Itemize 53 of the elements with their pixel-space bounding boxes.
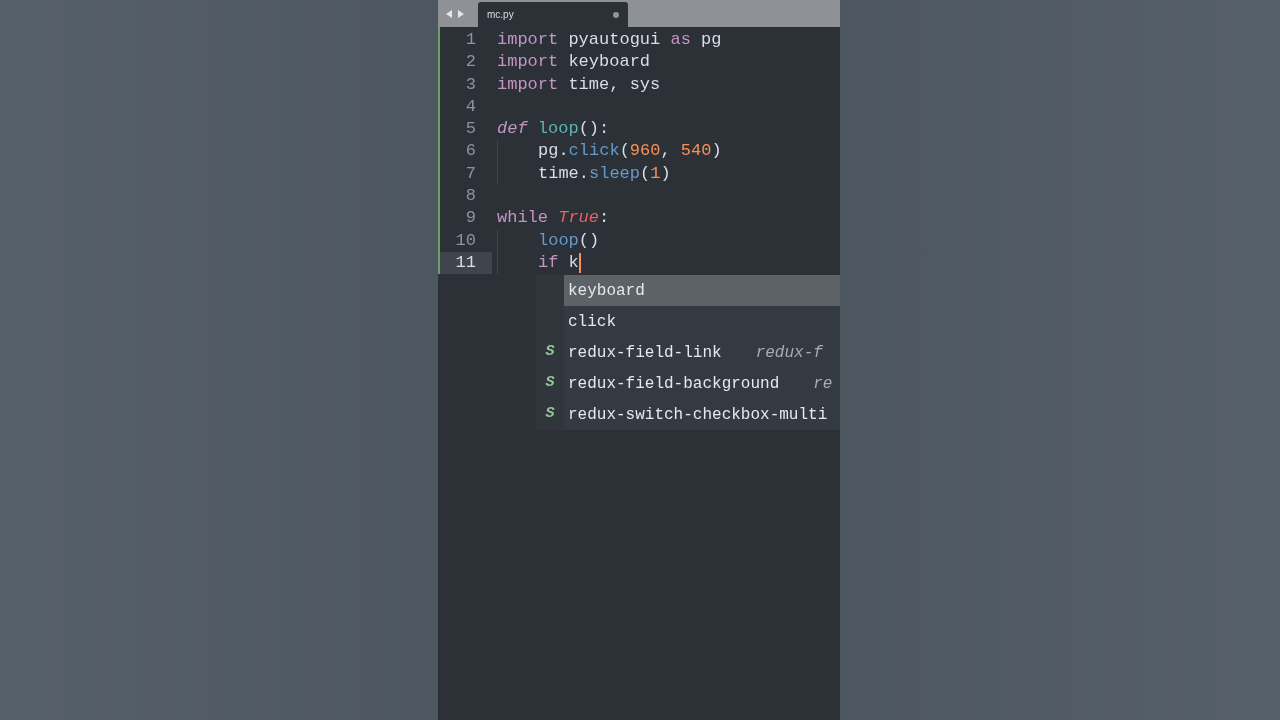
code-token: as	[670, 29, 691, 51]
code-token: (	[619, 140, 630, 163]
code-token: ,	[660, 140, 672, 163]
code-token: ()	[578, 229, 600, 252]
line-number: 11	[440, 251, 492, 275]
code-token: :	[599, 207, 610, 230]
code-token: while	[497, 207, 548, 230]
code-token: click	[568, 140, 620, 163]
code-token: ():	[578, 118, 610, 141]
code-token: if	[538, 251, 559, 274]
code-token: True	[557, 207, 600, 230]
line-number: 10	[454, 229, 477, 252]
code-token: loop	[538, 229, 579, 252]
right-arrow-icon[interactable]	[458, 9, 464, 18]
code-token: import	[497, 73, 559, 96]
code-token: 960	[629, 140, 661, 163]
line-number: 6	[464, 140, 477, 163]
completion-item[interactable]: S redux-field-background re	[536, 368, 840, 399]
line-number: 8	[464, 185, 477, 208]
completion-item[interactable]: S redux-switch-checkbox-multi	[536, 399, 840, 430]
code-token: )	[660, 162, 671, 185]
snippet-icon: S	[545, 372, 555, 395]
line-number: 9	[464, 207, 477, 230]
code-token: time, sys	[567, 73, 661, 96]
code-token: k	[567, 251, 579, 274]
code-token: import	[497, 51, 559, 74]
line-number: 7	[464, 162, 477, 185]
code-token: 540	[680, 140, 712, 163]
completion-item[interactable]: S redux-field-link redux-f	[536, 337, 840, 368]
left-arrow-icon[interactable]	[446, 9, 452, 18]
code-token: def	[497, 118, 528, 141]
code-token: )	[711, 140, 722, 163]
code-token: time.	[538, 162, 589, 185]
code-token: keyboard	[567, 51, 651, 74]
file-tab[interactable]: mc.py	[478, 2, 628, 27]
line-number: 2	[464, 51, 477, 74]
line-number: 5	[464, 118, 477, 141]
snippet-icon: S	[545, 341, 555, 364]
code-token: 1	[650, 162, 661, 185]
code-token: (	[640, 162, 651, 185]
completion-item[interactable]: click	[536, 306, 840, 337]
line-number: 4	[464, 95, 477, 118]
line-number: 1	[464, 29, 477, 51]
line-number: 3	[464, 73, 477, 96]
code-token: pyautogui	[567, 29, 662, 51]
completion-item[interactable]: keyboard	[536, 275, 840, 306]
code-token: import	[497, 29, 559, 51]
snippet-icon: S	[545, 403, 555, 426]
code-token: pg.	[538, 140, 569, 163]
code-token: sleep	[589, 162, 641, 185]
code-token: loop	[536, 118, 579, 141]
code-token: pg	[700, 29, 722, 51]
text-cursor	[578, 252, 581, 273]
